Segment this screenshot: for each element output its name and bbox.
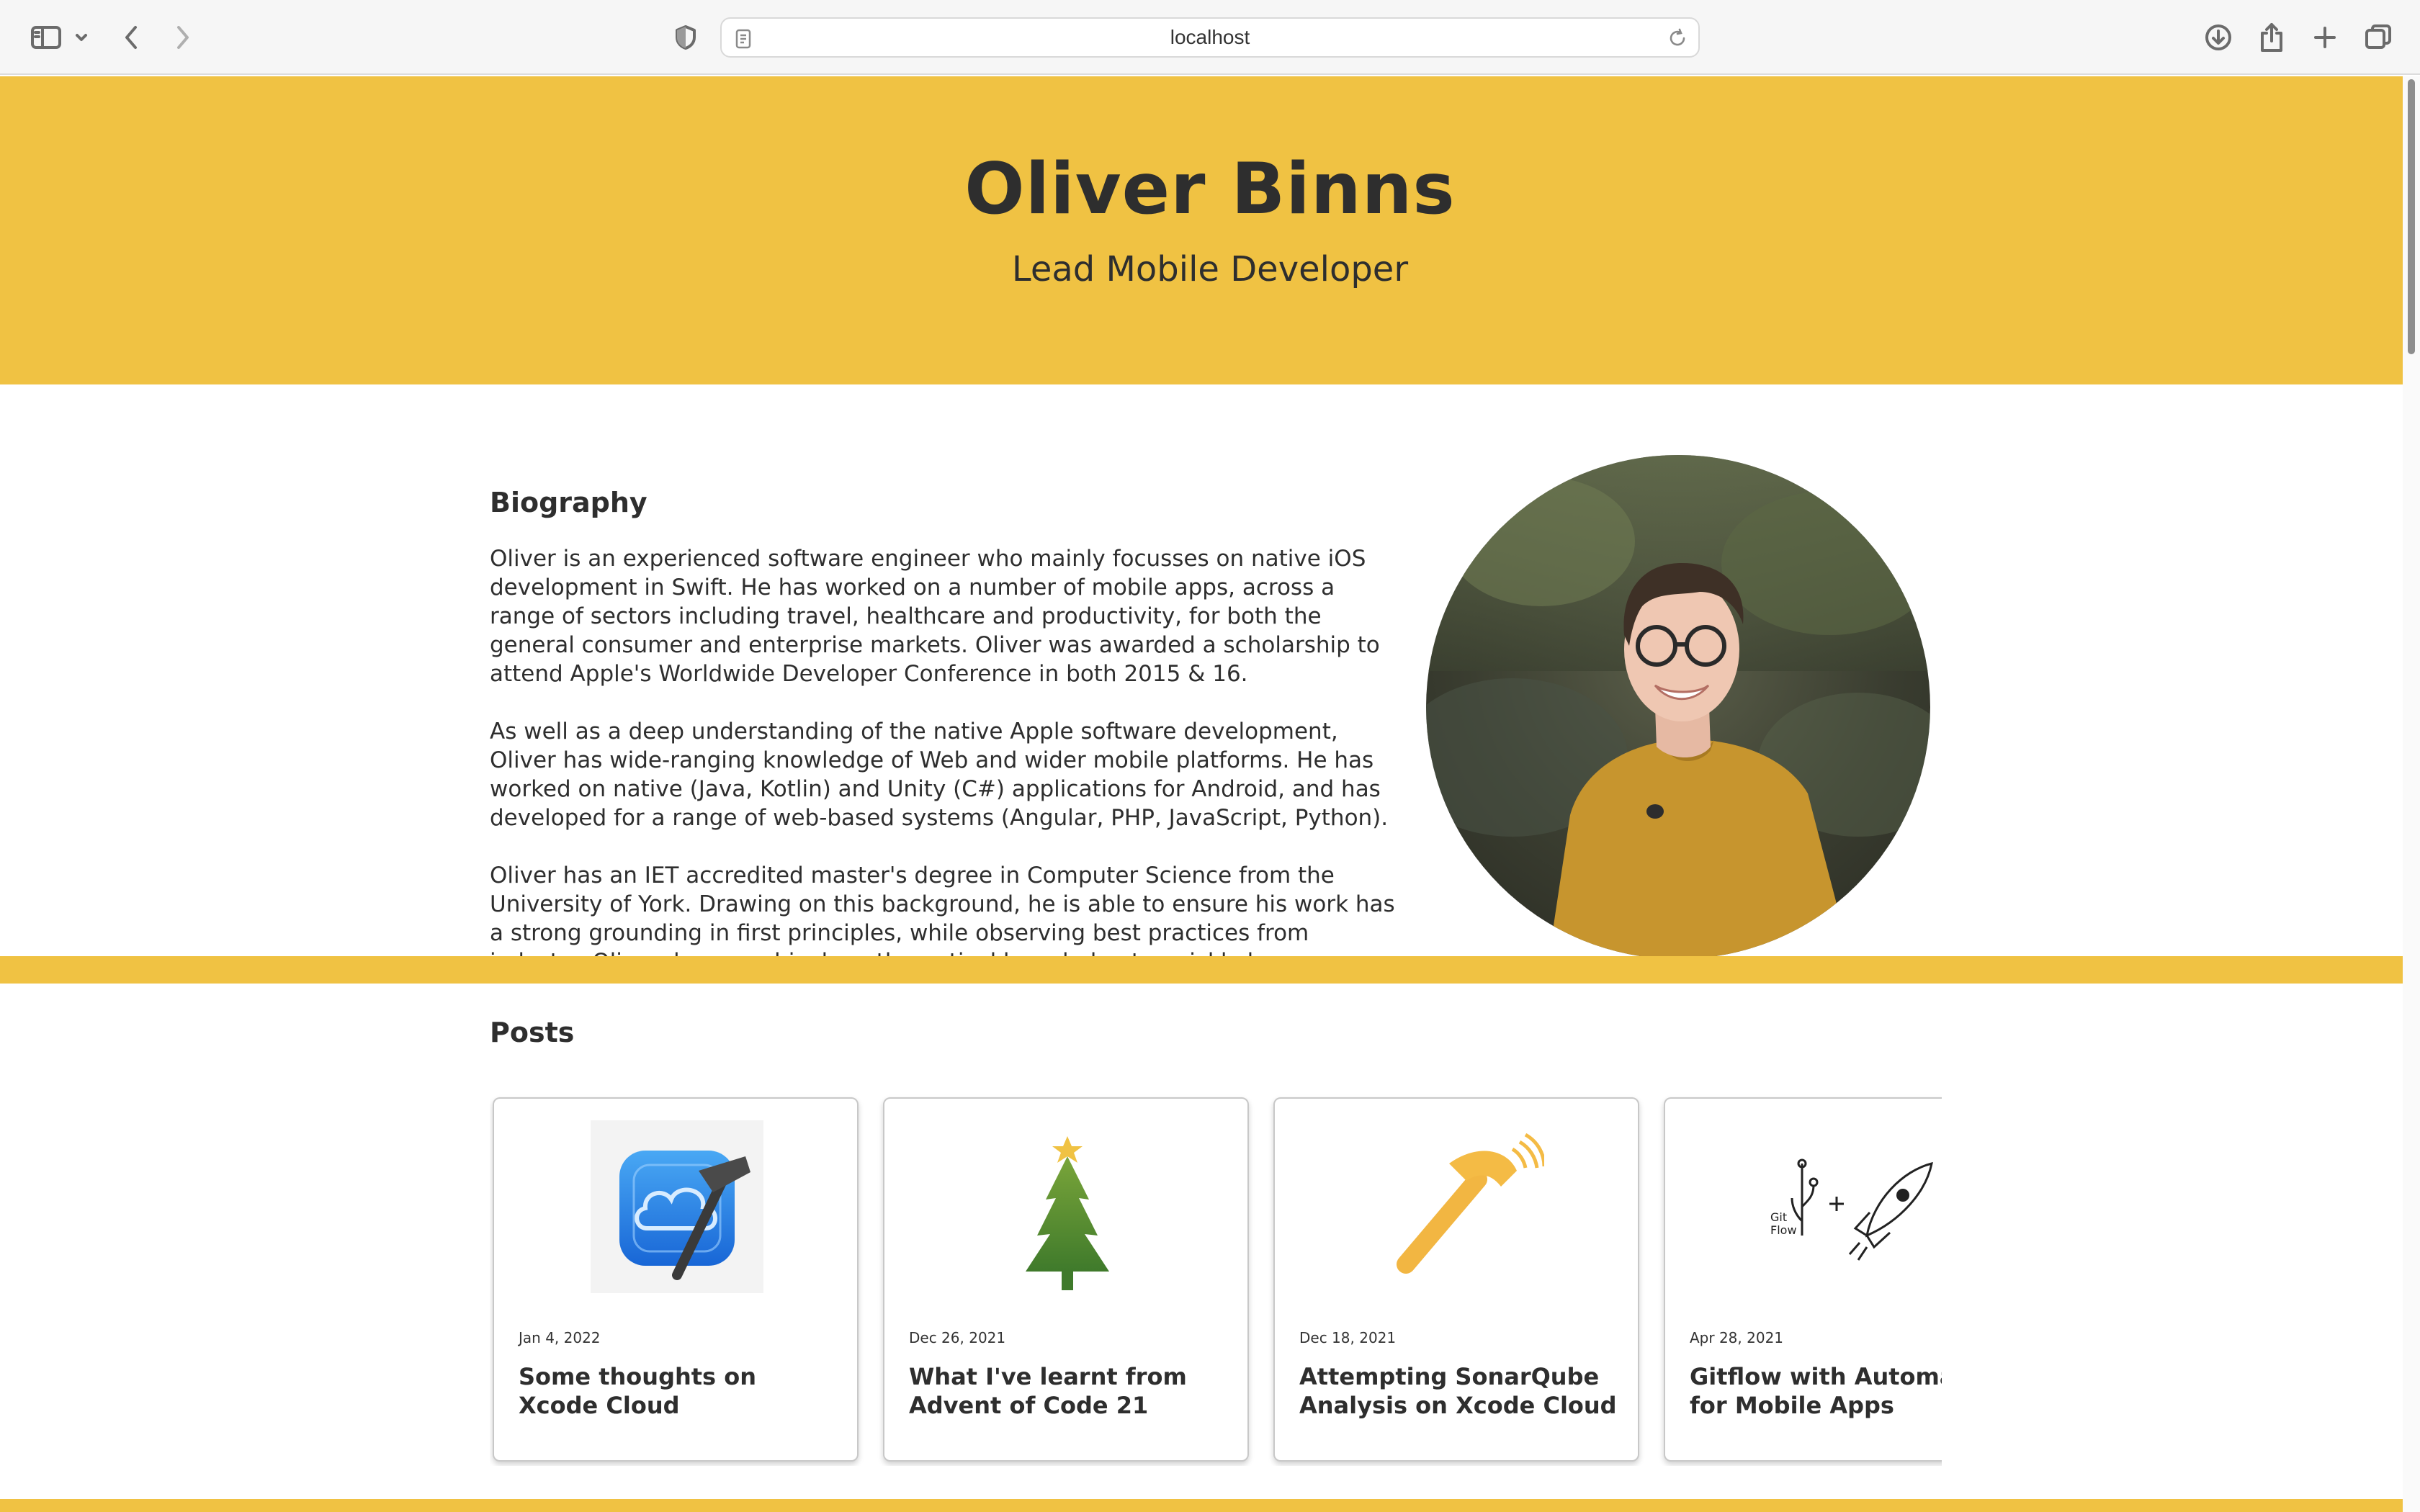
hammer-icon — [1371, 1120, 1544, 1293]
post-date: Dec 26, 2021 — [909, 1329, 1006, 1346]
page-scrollbar[interactable] — [2403, 76, 2420, 1512]
post-card[interactable]: Dec 18, 2021 Attempting SonarQube Analys… — [1273, 1097, 1639, 1462]
back-button[interactable] — [115, 16, 147, 59]
post-card[interactable]: Dec 26, 2021 What I've learnt from Adven… — [883, 1097, 1249, 1462]
url-text: localhost — [1170, 26, 1250, 48]
sidebar-icon — [31, 26, 61, 49]
forward-button[interactable] — [167, 16, 199, 59]
post-date: Apr 28, 2021 — [1690, 1329, 1784, 1346]
download-icon — [2205, 24, 2231, 50]
share-button[interactable] — [2253, 16, 2290, 59]
page-title: Oliver Binns — [964, 148, 1456, 230]
privacy-report-button[interactable] — [670, 16, 702, 59]
gitflow-rocket-icon: Git Flow — [1759, 1120, 1939, 1293]
post-card[interactable]: Jan 4, 2022 Some thoughts on Xcode Cloud — [493, 1097, 859, 1462]
biography-paragraph: Oliver is an experienced software engine… — [490, 546, 1380, 687]
gitflow-thumb-text: Git — [1770, 1210, 1787, 1224]
posts-heading: Posts — [490, 1017, 575, 1048]
forward-icon — [177, 26, 189, 49]
christmas-tree-icon — [981, 1120, 1154, 1293]
svg-text:Flow: Flow — [1770, 1223, 1797, 1237]
sidebar-toggle-button[interactable] — [26, 16, 66, 59]
xcode-cloud-icon — [591, 1120, 763, 1293]
downloads-button[interactable] — [2200, 16, 2237, 59]
address-bar[interactable]: localhost — [720, 17, 1700, 58]
chevron-down-icon — [76, 34, 87, 41]
post-title[interactable]: What I've learnt from Advent of Code 21 — [909, 1362, 1233, 1420]
section-divider — [0, 956, 2403, 984]
post-date: Dec 18, 2021 — [1299, 1329, 1397, 1346]
browser-toolbar: localhost — [0, 0, 2420, 75]
post-title[interactable]: Attempting SonarQube Analysis on Xcode C… — [1299, 1362, 1623, 1420]
page-content: Oliver Binns Lead Mobile Developer Biogr… — [0, 76, 2403, 1512]
scrollbar-thumb[interactable] — [2408, 79, 2415, 354]
page-subtitle: Lead Mobile Developer — [1011, 249, 1409, 289]
post-title[interactable]: Some thoughts on Xcode Cloud — [519, 1362, 843, 1420]
posts-section: Posts Jan 4, 2022 Some thoughts on Xcode… — [0, 984, 2403, 1502]
page-icon — [735, 29, 752, 52]
new-tab-button[interactable] — [2306, 16, 2344, 59]
biography-heading: Biography — [490, 487, 647, 518]
post-date: Jan 4, 2022 — [519, 1329, 601, 1346]
share-icon — [2261, 23, 2282, 52]
reload-icon[interactable] — [1667, 27, 1688, 52]
shield-icon — [676, 25, 696, 50]
footer-band — [0, 1499, 2403, 1512]
post-card[interactable]: Git Flow Apr 28, 2021 Gitflow with Autom… — [1664, 1097, 1942, 1462]
hero-banner: Oliver Binns Lead Mobile Developer — [0, 76, 2403, 384]
profile-photo — [1426, 455, 1930, 959]
sidebar-menu-button[interactable] — [71, 16, 92, 59]
new-tab-icon — [2314, 27, 2336, 48]
posts-carousel[interactable]: Jan 4, 2022 Some thoughts on Xcode Cloud — [490, 1092, 1942, 1466]
post-title[interactable]: Gitflow with Automation for Mobile Apps — [1690, 1362, 1942, 1420]
biography-section: Biography Oliver is an experienced softw… — [0, 384, 2403, 1035]
biography-paragraph: As well as a deep understanding of the n… — [490, 719, 1389, 831]
back-icon — [125, 26, 137, 49]
tabs-overview-icon — [2365, 24, 2391, 49]
tab-overview-button[interactable] — [2360, 16, 2397, 59]
